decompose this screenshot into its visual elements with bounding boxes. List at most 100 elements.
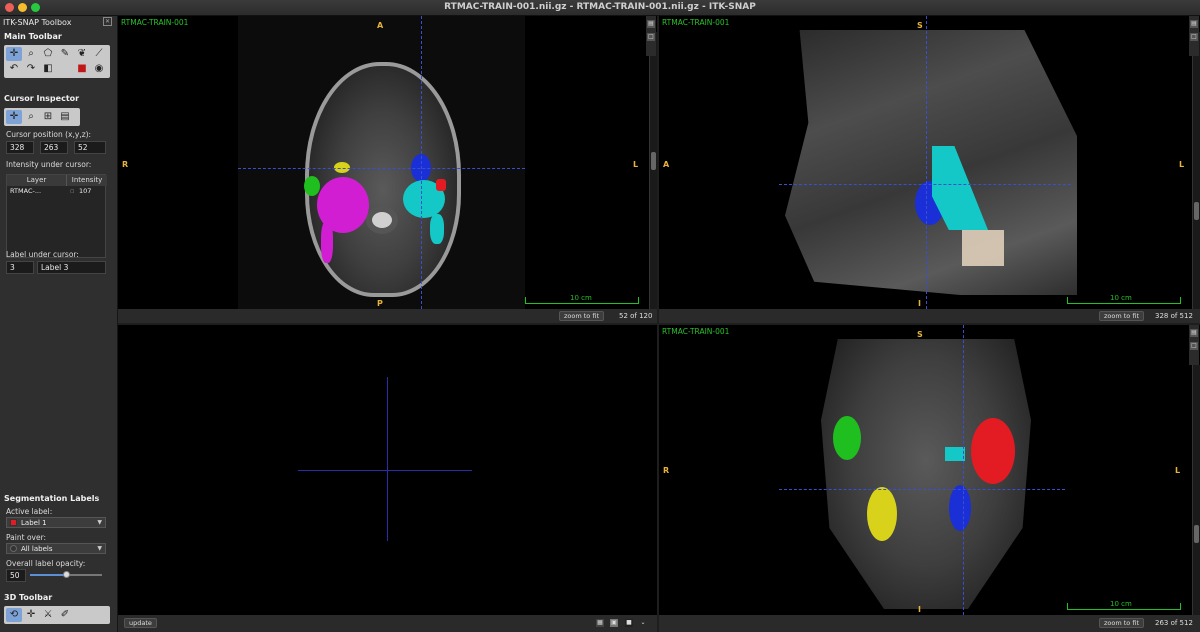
label-name-field: Label 3 [37, 261, 106, 274]
redo-icon[interactable]: ↷ [23, 62, 39, 76]
sagittal-crosshair-vertical [926, 16, 927, 309]
sagittal-orient-bottom: I [918, 299, 921, 308]
label-under-cursor-caption: Label under cursor: [6, 250, 79, 259]
axial-expand-icon[interactable]: □ [647, 33, 655, 41]
axial-cyan-label-tail [430, 214, 444, 244]
axial-side-controls: ▤ □ [646, 16, 656, 56]
zoom-inspector-icon[interactable]: ⌕ [23, 110, 39, 124]
intensity-table: Layer Intensity RTMAC-... ▫ 107 [6, 174, 107, 258]
cursor-y-field[interactable]: 263 [40, 141, 68, 154]
axial-orient-left: R [122, 160, 129, 169]
coronal-red-label [971, 418, 1015, 484]
axial-layout-icon[interactable]: ▤ [647, 20, 655, 28]
chevron-down-icon: ▼ [97, 519, 102, 526]
coronal-orient-right: L [1175, 466, 1181, 475]
image-info-icon[interactable]: ▤ [57, 110, 73, 124]
rotate-3d-icon[interactable]: ⟲ [6, 608, 22, 622]
render-options-icon[interactable]: ■ [625, 619, 633, 627]
chevron-down-icon[interactable]: ⌄ [639, 619, 647, 627]
main-toolbar-heading: Main Toolbar [4, 32, 62, 41]
coronal-yellow-label [867, 487, 897, 541]
sagittal-slice-scrollbar[interactable] [1192, 32, 1200, 309]
scalpel-3d-icon[interactable]: ⚔ [40, 608, 56, 622]
opacity-slider-fill [30, 574, 66, 576]
opacity-caption: Overall label opacity: [6, 559, 86, 568]
red-label-swatch-icon [10, 519, 17, 526]
axial-footer: zoom to fit 52 of 120 [118, 309, 657, 323]
sagittal-view[interactable]: RTMAC-TRAIN-001 S I A L 10 cm [659, 16, 1200, 309]
coronal-slice-scrollbar[interactable] [1192, 365, 1200, 615]
layers-icon[interactable]: ◧ [40, 62, 56, 76]
coronal-zoom-to-fit-button[interactable]: zoom to fit [1099, 618, 1144, 628]
paint-over-caption: Paint over: [6, 533, 47, 542]
toolbox-title: ITK-SNAP Toolbox [3, 18, 72, 27]
coronal-crosshair-horizontal [779, 489, 1065, 490]
paint-over-select[interactable]: All labels ▼ [6, 543, 106, 554]
axial-green-label [304, 176, 320, 196]
coronal-expand-icon[interactable]: □ [1190, 342, 1198, 350]
render-3d-view[interactable] [118, 325, 657, 615]
axial-view[interactable]: RTMAC-TRAIN-001 A P R L 10 cm ● [118, 16, 657, 309]
coronal-orient-bottom: I [918, 605, 921, 614]
render-snapshot-icon[interactable]: ▣ [610, 619, 618, 627]
coronal-crosshair-vertical [963, 325, 964, 615]
label-id-field: 3 [6, 261, 34, 274]
paintbrush-tool-icon[interactable]: ✎ [57, 47, 73, 61]
active-label-select[interactable]: Label 1 ▼ [6, 517, 106, 528]
sagittal-slice-counter: 328 of 512 [1155, 312, 1193, 320]
undo-icon[interactable]: ↶ [6, 62, 22, 76]
intensity-dot-icon: ▫ [70, 187, 75, 195]
cursor-inspector-icon[interactable]: ✛ [6, 110, 22, 124]
axial-crosshair-horizontal [238, 168, 525, 169]
axial-zoom-to-fit-button[interactable]: zoom to fit [559, 311, 604, 321]
axial-slice-scrollbar[interactable] [649, 32, 657, 309]
axial-slice-counter: 52 of 120 [619, 312, 653, 320]
update-3d-button[interactable]: update [124, 618, 157, 628]
snake-tool-icon[interactable]: ❦ [74, 47, 90, 61]
table-header-layer: Layer [7, 175, 67, 186]
3d-crosshair-horizontal [298, 470, 472, 471]
sagittal-expand-icon[interactable]: □ [1190, 33, 1198, 41]
coronal-layout-icon[interactable]: ▤ [1190, 329, 1198, 337]
axial-red-label [436, 179, 446, 191]
sagittal-crosshair-horizontal [779, 184, 1071, 185]
crosshair-tool-icon[interactable]: ✛ [6, 47, 22, 61]
coronal-scroll-knob[interactable] [1194, 525, 1199, 543]
table-header-intensity: Intensity [67, 175, 107, 186]
axial-crosshair-vertical [421, 16, 422, 309]
axial-magenta-label-tail [321, 221, 333, 263]
toolbox-close-icon[interactable]: ✕ [103, 17, 112, 26]
cursor-x-field[interactable]: 328 [6, 141, 34, 154]
window-title: RTMAC-TRAIN-001.nii.gz - RTMAC-TRAIN-001… [444, 2, 756, 12]
sagittal-zoom-to-fit-button[interactable]: zoom to fit [1099, 311, 1144, 321]
table-row-intensity: 107 [79, 187, 92, 195]
cursor-z-field[interactable]: 52 [74, 141, 106, 154]
label-editor-icon[interactable]: ■ [74, 62, 90, 76]
sagittal-orient-right: L [1179, 160, 1185, 169]
opacity-slider-handle[interactable] [63, 571, 70, 578]
table-row-layer[interactable]: RTMAC-... [10, 187, 41, 195]
coronal-footer: zoom to fit 263 of 512 [659, 615, 1200, 632]
render-mode-icon[interactable]: ▦ [596, 619, 604, 627]
coronal-slice-counter: 263 of 512 [1155, 619, 1193, 627]
opacity-value-field[interactable]: 50 [6, 569, 26, 582]
sagittal-layer-name: RTMAC-TRAIN-001 [662, 18, 730, 27]
cursor-position-label: Cursor position (x,y,z): [6, 130, 92, 139]
grid-inspector-icon[interactable]: ⊞ [40, 110, 56, 124]
ruler-tool-icon[interactable]: ⟋ [91, 47, 107, 61]
coronal-view[interactable]: RTMAC-TRAIN-001 S I R L 10 cm ▤ □ [659, 325, 1200, 615]
sagittal-footer: zoom to fit 328 of 512 [659, 309, 1200, 323]
crosshair-3d-icon[interactable]: ✛ [23, 608, 39, 622]
sagittal-scroll-knob[interactable] [1194, 202, 1199, 220]
render-3d-footer: update ▦ ▣ ■ ⌄ [118, 615, 657, 632]
coronal-blue-label [949, 485, 971, 531]
axial-scroll-knob[interactable] [651, 152, 656, 170]
active-label-value: Label 1 [21, 519, 47, 527]
polygon-tool-icon[interactable]: ⬠ [40, 47, 56, 61]
colormap-icon[interactable]: ◉ [91, 62, 107, 76]
sagittal-scale-text: 10 cm [1110, 294, 1132, 302]
spray-3d-icon[interactable]: ✐ [57, 608, 73, 622]
sagittal-layout-icon[interactable]: ▤ [1190, 20, 1198, 28]
zoom-tool-icon[interactable]: ⌕ [23, 47, 39, 61]
intensity-label: Intensity under cursor: [6, 160, 92, 169]
